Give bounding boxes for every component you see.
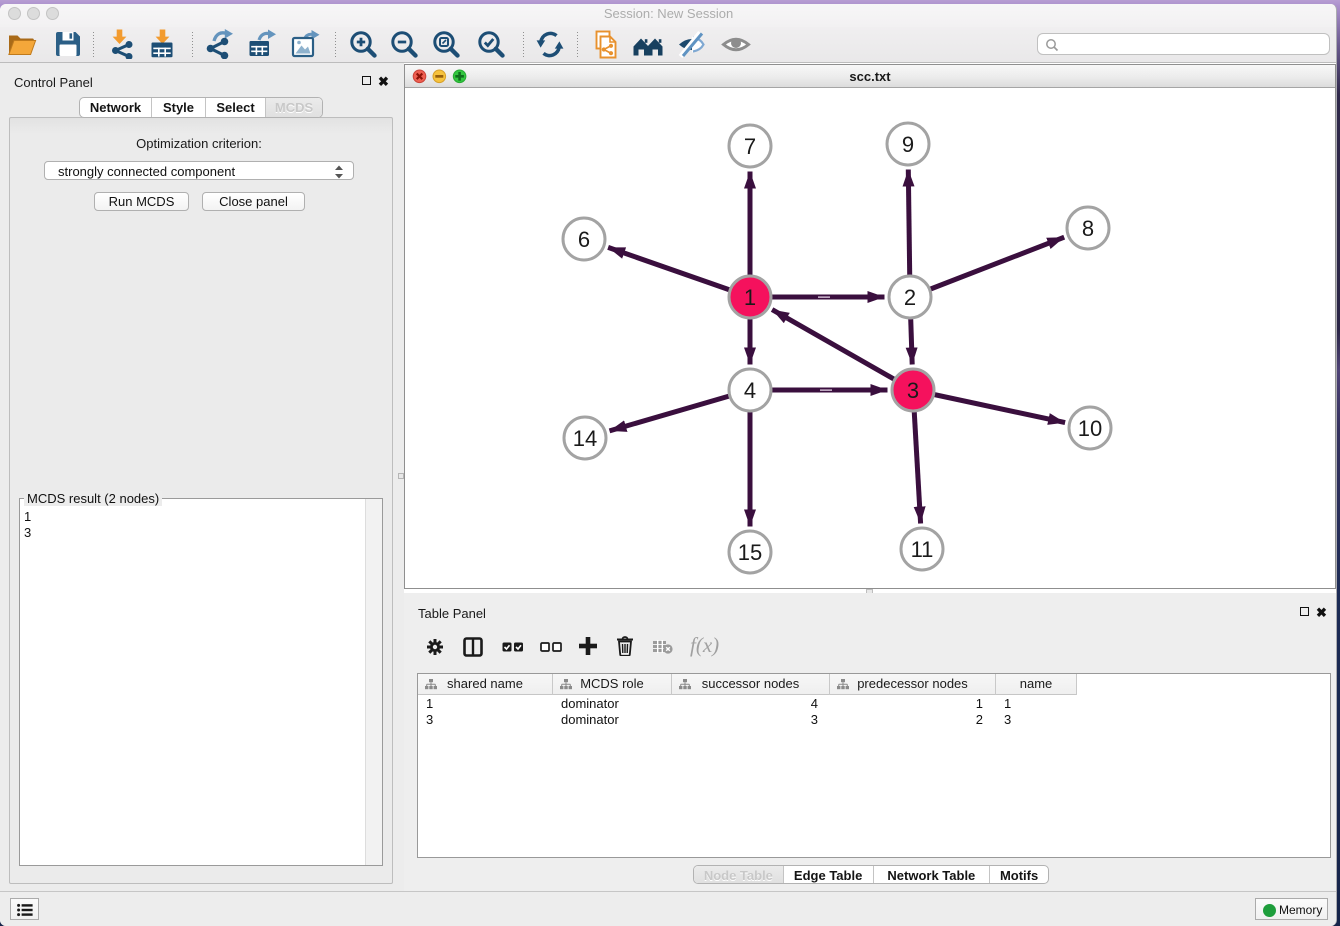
svg-text:8: 8 xyxy=(1082,216,1094,241)
svg-text:4: 4 xyxy=(744,378,756,403)
svg-text:2: 2 xyxy=(904,285,916,310)
svg-text:7: 7 xyxy=(744,134,756,159)
svg-text:14: 14 xyxy=(573,426,597,451)
svg-text:1: 1 xyxy=(744,285,756,310)
svg-text:11: 11 xyxy=(911,537,934,562)
svg-text:9: 9 xyxy=(902,132,914,157)
svg-text:15: 15 xyxy=(738,540,762,565)
svg-text:3: 3 xyxy=(907,378,919,403)
svg-text:6: 6 xyxy=(578,227,590,252)
svg-text:10: 10 xyxy=(1078,416,1102,441)
